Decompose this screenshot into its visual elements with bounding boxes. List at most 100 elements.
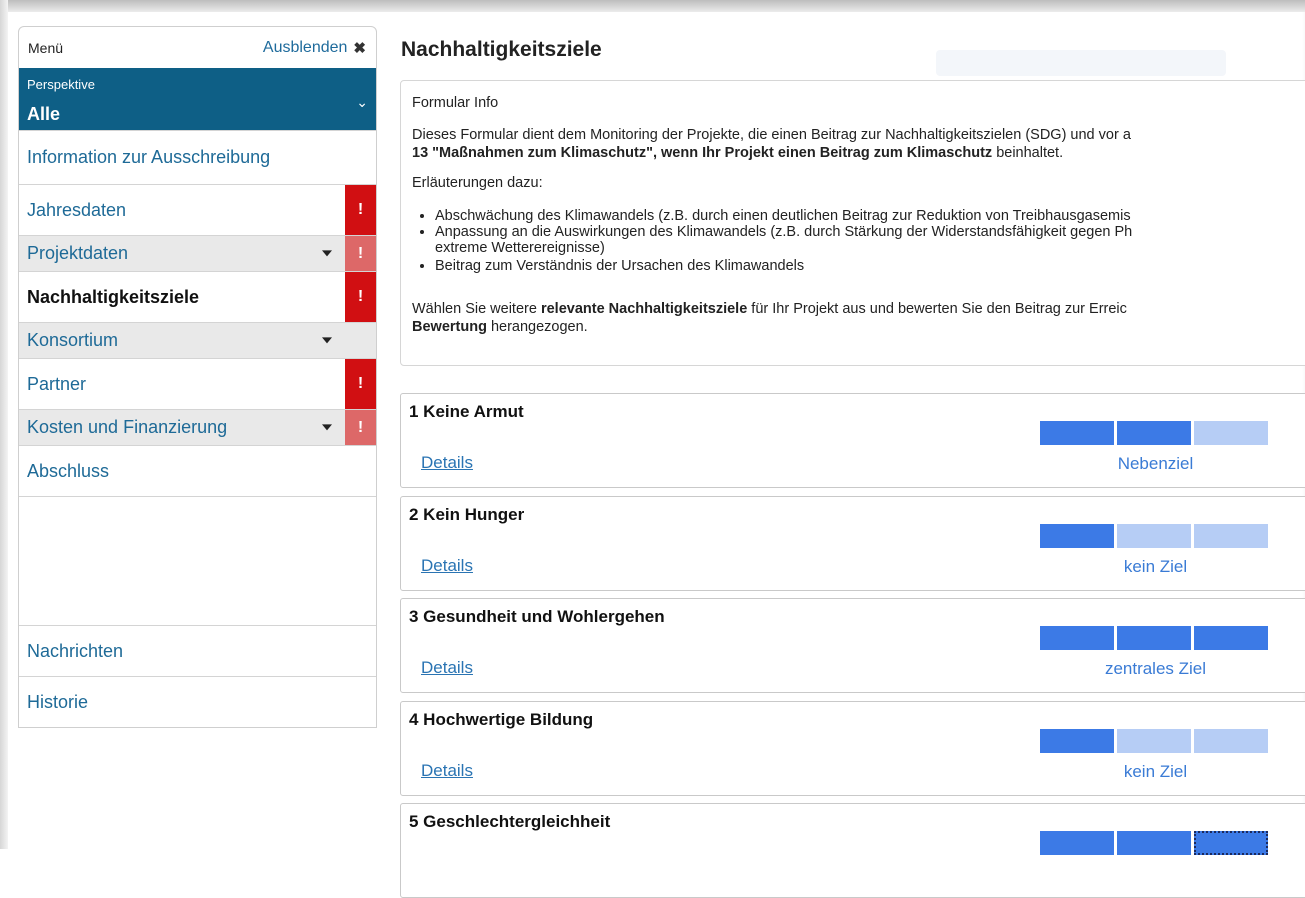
rating-segment[interactable] xyxy=(1194,421,1268,445)
rating-segment[interactable] xyxy=(1117,729,1191,753)
goal-title: 1 Keine Armut xyxy=(409,402,524,421)
info-text: herangezogen. xyxy=(486,319,588,335)
menu-label: Menü xyxy=(28,39,64,56)
goal-card: 2 Kein Hunger Details kein Ziel xyxy=(400,496,1305,591)
goal-card: 5 Geschlechtergleichheit xyxy=(400,803,1305,898)
rating-segment[interactable] xyxy=(1117,421,1191,445)
sidebar-item-label: Jahresdaten xyxy=(27,199,127,220)
warning-badge: ! xyxy=(345,410,376,445)
sidebar-item-label: Nachrichten xyxy=(27,640,124,661)
goal-status: Nebenziel xyxy=(1117,454,1194,473)
details-link[interactable]: Details xyxy=(421,658,473,678)
rating-segment[interactable] xyxy=(1040,831,1114,855)
warning-badge: ! xyxy=(345,185,376,235)
sidebar-item-jahresdaten[interactable]: Jahresdaten ! xyxy=(19,184,376,235)
rating-segment[interactable] xyxy=(1117,524,1191,548)
app-window: Menü Ausblenden ✖ Perspektive Alle ⌄ Inf… xyxy=(0,0,1305,898)
details-link[interactable]: Details xyxy=(421,453,473,473)
sidebar-item-label: Konsortium xyxy=(27,330,119,350)
sidebar-item-nachrichten[interactable]: Nachrichten xyxy=(19,625,376,676)
sidebar-item-kosten[interactable]: Kosten und Finanzierung ! xyxy=(19,409,376,445)
goal-title: 4 Hochwertige Bildung xyxy=(409,710,594,729)
sidebar-item-abschluss[interactable]: Abschluss xyxy=(19,445,376,496)
goal-title: 5 Geschlechtergleichheit xyxy=(409,812,611,831)
rating-segment[interactable] xyxy=(1040,524,1114,548)
window-left-edge xyxy=(0,0,8,849)
details-link[interactable]: Details xyxy=(421,761,473,781)
rating-segment[interactable] xyxy=(1194,626,1268,650)
sidebar-item-label: Information zur Ausschreibung xyxy=(27,147,271,167)
info-paragraph-2b: Bewertung herangezogen. xyxy=(412,319,588,335)
window-top-edge xyxy=(0,0,1305,12)
goal-card: 3 Gesundheit und Wohlergehen Details zen… xyxy=(400,598,1305,693)
perspective-select[interactable]: Perspektive Alle ⌄ xyxy=(19,68,376,130)
rating-segment[interactable] xyxy=(1040,626,1114,650)
sidebar-item-label: Partner xyxy=(27,373,87,394)
caret-down-icon xyxy=(322,336,332,343)
sidebar-item-label: Abschluss xyxy=(27,460,110,481)
info-explain: Erläuterungen dazu: xyxy=(412,175,543,191)
rating-segment[interactable] xyxy=(1194,524,1268,548)
info-heading: Formular Info xyxy=(412,95,499,111)
rating-bar[interactable] xyxy=(1040,626,1268,650)
info-paragraph-1: Dieses Formular dient dem Monitoring der… xyxy=(412,127,1131,143)
list-item: Anpassung an die Auswirkungen des Klimaw… xyxy=(435,224,1132,256)
sidebar-item-partner[interactable]: Partner ! xyxy=(19,358,376,409)
caret-down-icon xyxy=(322,249,332,256)
info-bullet-list: Abschwächung des Klimawandels (z.B. durc… xyxy=(412,208,1132,274)
goal-card: 1 Keine Armut Details Nebenziel xyxy=(400,393,1305,488)
goal-status: zentrales Ziel xyxy=(1104,659,1207,678)
info-bold-text: 13 "Maßnahmen zum Klimaschutz", wenn Ihr… xyxy=(412,145,993,161)
sidebar-item-label: Kosten und Finanzierung xyxy=(27,417,228,437)
list-item: Beitrag zum Verständnis der Ursachen des… xyxy=(435,258,1132,274)
rating-segment[interactable] xyxy=(1194,831,1268,855)
info-bold-text: relevante Nachhaltigkeitsziele xyxy=(540,301,748,317)
details-link[interactable]: Details xyxy=(421,556,473,576)
sidebar-item-label: Historie xyxy=(27,691,89,712)
sidebar-spacer xyxy=(19,496,376,625)
info-text: für Ihr Projekt aus und bewerten Sie den… xyxy=(747,301,1127,317)
page-title: Nachhaltigkeitsziele xyxy=(401,38,602,61)
goal-title: 3 Gesundheit und Wohlergehen xyxy=(409,607,665,626)
sidebar-item-label: Nachhaltigkeitsziele xyxy=(27,286,200,307)
warning-badge: ! xyxy=(345,272,376,322)
warning-badge: ! xyxy=(345,359,376,409)
sidebar-item-ausschreibung[interactable]: Information zur Ausschreibung xyxy=(19,130,376,184)
info-paragraph-2: Wählen Sie weitere relevante Nachhaltigk… xyxy=(412,301,1127,317)
rating-segment[interactable] xyxy=(1040,729,1114,753)
info-text: Dieses Formular dient dem Monitoring der… xyxy=(412,127,1131,143)
close-icon: ✖ xyxy=(353,39,366,57)
info-paragraph-1b: 13 "Maßnahmen zum Klimaschutz", wenn Ihr… xyxy=(412,145,1063,161)
rating-segment[interactable] xyxy=(1117,831,1191,855)
sidebar-menu: Menü Ausblenden ✖ Perspektive Alle ⌄ Inf… xyxy=(18,26,377,728)
info-text: extreme Wetterereignisse) xyxy=(435,240,605,256)
info-bold-text: Bewertung xyxy=(412,319,487,335)
sidebar-item-nachhaltigkeitsziele[interactable]: Nachhaltigkeitsziele ! xyxy=(19,271,376,322)
rating-bar[interactable] xyxy=(1040,421,1268,445)
sidebar-item-konsortium[interactable]: Konsortium xyxy=(19,322,376,358)
info-text: Anpassung an die Auswirkungen des Klimaw… xyxy=(435,224,1133,240)
rating-bar[interactable] xyxy=(1040,831,1268,855)
goal-card: 4 Hochwertige Bildung Details kein Ziel xyxy=(400,701,1305,796)
faded-button xyxy=(936,50,1226,76)
caret-down-icon xyxy=(322,423,332,430)
rating-bar[interactable] xyxy=(1040,524,1268,548)
sidebar-item-label: Projektdaten xyxy=(27,243,129,263)
rating-segment[interactable] xyxy=(1040,421,1114,445)
rating-bar[interactable] xyxy=(1040,729,1268,753)
form-info-box: Formular Info Dieses Formular dient dem … xyxy=(400,80,1305,366)
goal-status: kein Ziel xyxy=(1123,557,1188,576)
info-text: beinhaltet. xyxy=(992,145,1064,161)
menu-header: Menü Ausblenden ✖ xyxy=(19,27,376,68)
perspective-value: Alle xyxy=(27,104,61,124)
info-text: Wählen Sie weitere xyxy=(412,301,541,317)
rating-segment[interactable] xyxy=(1194,729,1268,753)
perspective-label: Perspektive xyxy=(27,77,95,92)
goal-title: 2 Kein Hunger xyxy=(409,505,525,524)
hide-menu-label: Ausblenden xyxy=(262,38,348,56)
sidebar-item-historie[interactable]: Historie xyxy=(19,676,376,727)
hide-menu-button[interactable]: Ausblenden ✖ xyxy=(263,39,366,57)
rating-segment[interactable] xyxy=(1117,626,1191,650)
goal-status: kein Ziel xyxy=(1123,762,1188,781)
sidebar-item-projektdaten[interactable]: Projektdaten ! xyxy=(19,235,376,271)
